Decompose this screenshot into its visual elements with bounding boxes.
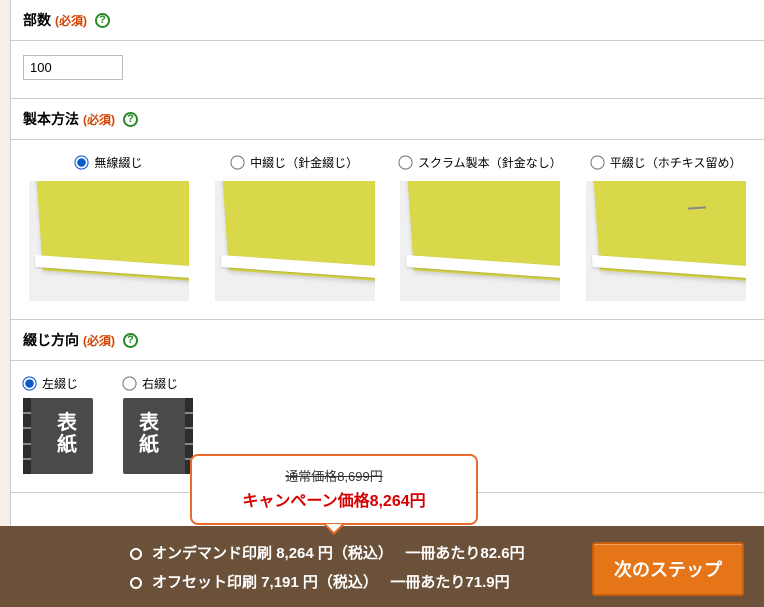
section-body-quantity bbox=[11, 41, 764, 99]
bullet-icon bbox=[130, 548, 142, 560]
ondemand-per: 一冊あたり82.6円 bbox=[405, 545, 524, 562]
binding-radio[interactable] bbox=[398, 155, 412, 169]
direction-thumbnail: 表紙 bbox=[123, 398, 193, 474]
help-icon[interactable]: ? bbox=[123, 112, 138, 127]
binding-radio[interactable] bbox=[590, 155, 604, 169]
offset-per: 一冊あたり71.9円 bbox=[390, 574, 509, 591]
offset-price: 7,191 円（税込） bbox=[261, 574, 378, 591]
ondemand-price-row[interactable]: オンデマンド印刷 8,264 円（税込） 一冊あたり82.6円 bbox=[130, 540, 525, 569]
section-header-direction: 綴じ方向 (必須) ? bbox=[11, 320, 764, 361]
normal-price: 通常価格8,699円 bbox=[206, 466, 462, 485]
bullet-icon bbox=[130, 577, 142, 589]
next-step-button[interactable]: 次のステップ bbox=[592, 542, 744, 596]
direction-radio-label[interactable]: 左綴じ bbox=[23, 375, 93, 392]
binding-radio-label[interactable]: 中綴じ（針金綴じ） bbox=[209, 154, 381, 171]
binding-thumbnail bbox=[586, 181, 746, 301]
binding-radio-label[interactable]: スクラム製本（針金なし） bbox=[395, 154, 567, 171]
section-body-binding: 無線綴じ 中綴じ（針金綴じ） スクラム製本（針金なし） 平綴じ（ホチキス留め） bbox=[11, 140, 764, 320]
offset-price-row[interactable]: オフセット印刷 7,191 円（税込） 一冊あたり71.9円 bbox=[130, 569, 525, 598]
binding-thumbnail bbox=[215, 181, 375, 301]
direction-thumbnail: 表紙 bbox=[23, 398, 93, 474]
price-tooltip: 通常価格8,699円 キャンペーン価格8,264円 bbox=[190, 454, 478, 525]
direction-option: 右綴じ表紙 bbox=[123, 375, 193, 474]
footer-bar: オンデマンド印刷 8,264 円（税込） 一冊あたり82.6円 オフセット印刷 … bbox=[0, 526, 764, 607]
ondemand-label: オンデマンド印刷 bbox=[152, 545, 272, 562]
section-header-quantity: 部数 (必須) ? bbox=[11, 0, 764, 41]
binding-option-label: 平綴じ（ホチキス留め） bbox=[610, 154, 742, 171]
help-icon[interactable]: ? bbox=[123, 333, 138, 348]
campaign-price: キャンペーン価格8,264円 bbox=[206, 487, 462, 511]
binding-thumbnail bbox=[400, 181, 560, 301]
direction-label: 綴じ方向 bbox=[23, 330, 79, 350]
ondemand-price: 8,264 円（税込） bbox=[276, 545, 393, 562]
direction-radio-label[interactable]: 右綴じ bbox=[123, 375, 193, 392]
binding-option: 中綴じ（針金綴じ） bbox=[209, 154, 381, 301]
binding-option: 無線綴じ bbox=[23, 154, 195, 301]
required-badge: (必須) bbox=[83, 332, 115, 349]
binding-option-label: 中綴じ（針金綴じ） bbox=[250, 154, 358, 171]
binding-option: 平綴じ（ホチキス留め） bbox=[580, 154, 752, 301]
binding-radio[interactable] bbox=[75, 155, 89, 169]
direction-option: 左綴じ表紙 bbox=[23, 375, 93, 474]
binding-option-label: 無線綴じ bbox=[94, 154, 142, 171]
binding-option: スクラム製本（針金なし） bbox=[395, 154, 567, 301]
binding-radio[interactable] bbox=[230, 155, 244, 169]
offset-label: オフセット印刷 bbox=[152, 574, 257, 591]
direction-option-label: 右綴じ bbox=[142, 375, 178, 392]
direction-radio[interactable] bbox=[122, 376, 136, 390]
binding-thumbnail bbox=[29, 181, 189, 301]
required-badge: (必須) bbox=[83, 111, 115, 128]
binding-radio-label[interactable]: 無線綴じ bbox=[23, 154, 195, 171]
binding-radio-label[interactable]: 平綴じ（ホチキス留め） bbox=[580, 154, 752, 171]
binding-option-label: スクラム製本（針金なし） bbox=[418, 154, 562, 171]
required-badge: (必須) bbox=[55, 12, 87, 29]
direction-radio[interactable] bbox=[22, 376, 36, 390]
binding-label: 製本方法 bbox=[23, 109, 79, 129]
quantity-input[interactable] bbox=[23, 55, 123, 80]
quantity-label: 部数 bbox=[23, 10, 51, 30]
section-header-binding: 製本方法 (必須) ? bbox=[11, 99, 764, 140]
help-icon[interactable]: ? bbox=[95, 13, 110, 28]
direction-option-label: 左綴じ bbox=[42, 375, 78, 392]
